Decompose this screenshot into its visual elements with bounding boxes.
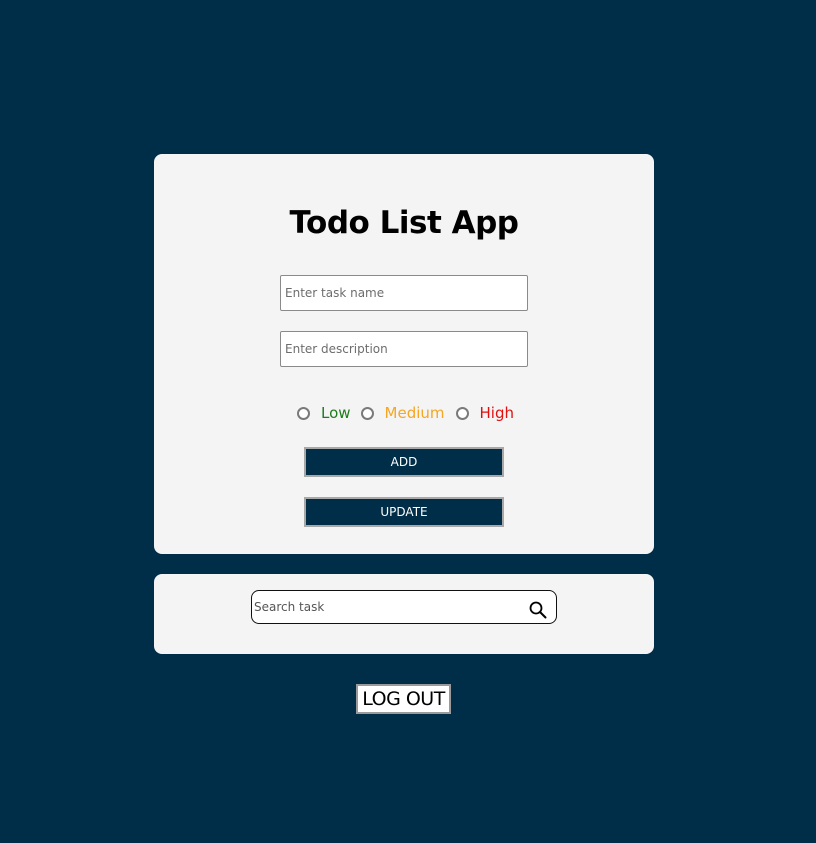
add-button[interactable]: ADD <box>304 447 504 477</box>
description-input[interactable] <box>280 331 528 367</box>
priority-medium-radio[interactable] <box>360 406 374 420</box>
priority-high-label[interactable]: High <box>480 404 514 422</box>
logout-button[interactable]: LOG OUT <box>356 684 451 714</box>
page-title: Todo List App <box>289 205 519 241</box>
priority-low-radio[interactable] <box>297 406 310 420</box>
task-name-input[interactable] <box>280 275 528 311</box>
page: Todo List App Low Medium High ADD UPDATE… <box>0 0 816 843</box>
priority-radio-group: Low Medium High <box>297 402 514 424</box>
search-icon[interactable] <box>528 600 548 620</box>
priority-medium-label[interactable]: Medium <box>385 404 445 422</box>
priority-low-label[interactable]: Low <box>321 404 351 422</box>
update-button[interactable]: UPDATE <box>304 497 504 527</box>
search-input[interactable] <box>254 591 514 623</box>
search-box <box>251 590 557 624</box>
priority-high-radio[interactable] <box>455 406 469 420</box>
